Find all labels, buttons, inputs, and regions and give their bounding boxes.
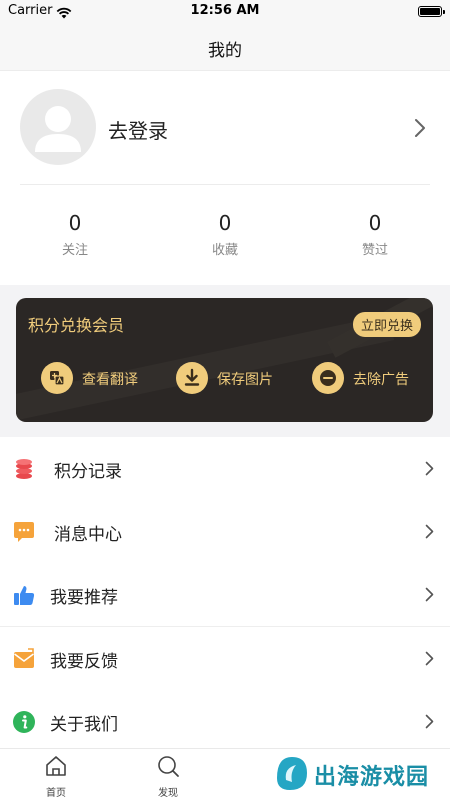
chevron-right-icon — [425, 651, 434, 670]
discover-icon — [158, 756, 179, 777]
menu-item-recommend[interactable]: 我要推荐 — [0, 563, 450, 627]
stat-count: 0 — [68, 211, 82, 235]
status-bar: Carrier 12:56 AM — [0, 0, 450, 24]
chevron-right-icon — [425, 714, 434, 733]
stat-count: 0 — [218, 211, 232, 235]
menu-item-about-us[interactable]: 关于我们 — [0, 690, 450, 754]
chevron-right-icon — [425, 461, 434, 480]
stat-label: 关注 — [61, 243, 88, 258]
menu-item-label: 我要推荐 — [50, 588, 118, 608]
thumbs-up-icon — [12, 583, 36, 607]
menu-item-points-record[interactable]: 积分记录 — [0, 437, 450, 501]
stat-count: 0 — [368, 211, 382, 235]
download-icon — [176, 362, 208, 394]
feature-label: 保存图片 — [217, 372, 273, 388]
info-icon — [12, 710, 36, 734]
default-avatar-icon — [35, 106, 81, 152]
vip-card[interactable]: 积分兑换会员 立即兑换 查看翻译 保存图片 去除广告 — [16, 298, 433, 422]
stat-label: 赞过 — [361, 243, 388, 258]
message-icon — [12, 520, 36, 544]
vip-card-title: 积分兑换会员 — [28, 316, 125, 335]
avatar[interactable] — [20, 89, 96, 165]
tab-home[interactable]: 首页 — [26, 753, 86, 799]
translate-icon — [41, 362, 73, 394]
stat-favorites[interactable]: 0 收藏 — [150, 211, 300, 258]
menu-item-label: 我要反馈 — [50, 652, 118, 672]
profile-section: 去登录 0 关注 0 收藏 0 赞过 — [0, 71, 450, 285]
watermark: 出海游戏园 — [270, 752, 440, 796]
redeem-button[interactable]: 立即兑换 — [352, 312, 421, 337]
nav-bar: 我的 — [0, 24, 450, 71]
stat-following[interactable]: 0 关注 — [0, 211, 150, 258]
divider — [20, 184, 430, 185]
home-icon — [46, 756, 66, 776]
menu-item-message-center[interactable]: 消息中心 — [0, 500, 450, 564]
coins-icon — [12, 457, 36, 481]
battery-icon — [418, 6, 445, 17]
login-link[interactable]: 去登录 — [108, 115, 168, 144]
menu-item-label: 积分记录 — [54, 462, 122, 482]
stat-label: 收藏 — [211, 243, 238, 258]
chevron-right-icon — [425, 587, 434, 606]
menu-item-feedback[interactable]: 我要反馈 — [0, 627, 450, 691]
menu-item-label: 关于我们 — [50, 715, 118, 735]
watermark-logo-icon — [277, 757, 307, 790]
chevron-right-icon[interactable] — [414, 118, 426, 142]
tab-label: 首页 — [46, 788, 66, 799]
clock: 12:56 AM — [190, 3, 260, 18]
feature-label: 去除广告 — [353, 372, 409, 388]
remove-ad-icon — [312, 362, 344, 394]
tab-discover[interactable]: 发现 — [138, 753, 198, 799]
page-title: 我的 — [208, 41, 242, 61]
tab-label: 发现 — [158, 788, 178, 799]
feature-label: 查看翻译 — [82, 372, 138, 388]
watermark-text: 出海游戏园 — [314, 765, 430, 790]
stat-likes[interactable]: 0 赞过 — [300, 211, 450, 258]
chevron-right-icon — [425, 524, 434, 543]
feedback-mail-icon — [12, 647, 36, 671]
menu-item-label: 消息中心 — [54, 525, 122, 545]
